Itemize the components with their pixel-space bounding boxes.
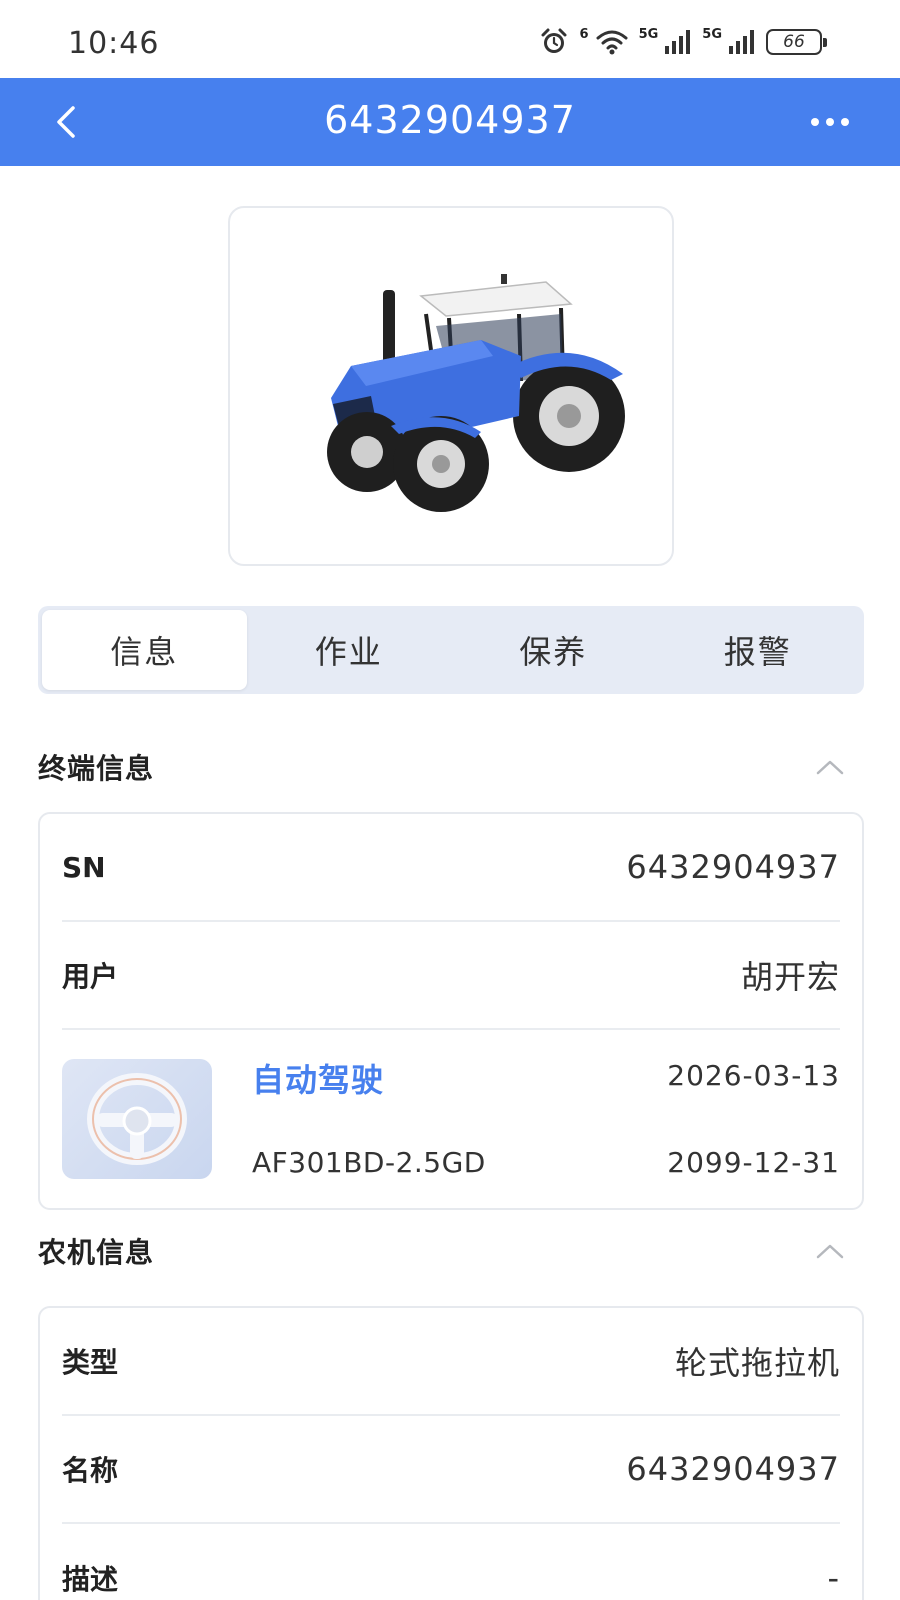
machine-info-card: 类型 轮式拖拉机 名称 6432904937 描述 -	[38, 1306, 864, 1600]
alarm-icon	[541, 28, 567, 53]
signal-icon	[729, 30, 754, 54]
terminal-info-card: SN 6432904937 用户 胡开宏 自动驾驶 AF301BD-2.5GD …	[38, 812, 864, 1210]
tab-bar: 信息 作业 保养 报警	[38, 606, 864, 694]
info-value: 6432904937	[626, 848, 840, 886]
info-value: 6432904937	[626, 1450, 840, 1488]
wifi-icon	[596, 30, 628, 55]
device-item[interactable]: 自动驾驶 AF301BD-2.5GD 2026-03-13 2099-12-31	[62, 1030, 840, 1208]
info-row-sn: SN 6432904937	[62, 814, 840, 922]
app-header: 6432904937	[0, 78, 900, 166]
device-dates: 2026-03-13 2099-12-31	[667, 1059, 840, 1179]
info-label: 类型	[62, 1346, 119, 1379]
page-title: 6432904937	[324, 98, 576, 142]
product-image-card[interactable]	[228, 206, 674, 566]
device-name[interactable]: 自动驾驶	[252, 1055, 667, 1101]
info-value: -	[827, 1559, 840, 1597]
device-info: 自动驾驶 AF301BD-2.5GD	[252, 1059, 667, 1179]
device-start-date: 2026-03-13	[667, 1059, 840, 1092]
info-row-name: 名称 6432904937	[62, 1416, 840, 1524]
network-label-2: 5G	[702, 26, 722, 42]
wifi-label: 6	[579, 26, 589, 42]
info-label: 名称	[62, 1454, 119, 1487]
section-title: 终端信息	[38, 752, 155, 785]
device-model: AF301BD-2.5GD	[252, 1146, 486, 1179]
signal-icon	[665, 30, 691, 54]
tab-maintenance[interactable]: 保养	[451, 610, 656, 690]
network-label-1: 5G	[638, 26, 659, 42]
info-row-description: 描述 -	[62, 1524, 840, 1600]
more-horizontal-icon	[811, 118, 849, 126]
battery-icon: 66	[766, 29, 827, 55]
machine-section-header[interactable]: 农机信息	[38, 1226, 864, 1276]
terminal-section-header[interactable]: 终端信息	[38, 742, 864, 792]
info-row-user: 用户 胡开宏	[62, 922, 840, 1030]
battery-level: 66	[783, 32, 805, 52]
chevron-up-icon[interactable]	[810, 752, 850, 782]
tab-work[interactable]: 作业	[247, 610, 452, 690]
status-icons: 6 5G 5G 66	[538, 24, 827, 60]
chevron-up-icon[interactable]	[810, 1236, 850, 1266]
status-time: 10:46	[68, 26, 160, 61]
info-value: 胡开宏	[740, 958, 840, 996]
info-label: SN	[62, 850, 106, 884]
info-label: 描述	[62, 1563, 119, 1596]
info-label: 用户	[62, 960, 119, 993]
more-button[interactable]	[800, 96, 860, 148]
device-end-date: 2099-12-31	[667, 1146, 840, 1179]
section-title: 农机信息	[38, 1236, 155, 1269]
info-value: 轮式拖拉机	[674, 1344, 840, 1382]
status-bar: 10:46 6 5G 5G 66	[0, 0, 900, 78]
tab-info[interactable]: 信息	[42, 610, 247, 690]
tractor-image	[327, 274, 625, 512]
steering-wheel-icon	[62, 1059, 212, 1179]
info-row-type: 类型 轮式拖拉机	[62, 1308, 840, 1416]
tab-alarm[interactable]: 报警	[656, 610, 861, 690]
